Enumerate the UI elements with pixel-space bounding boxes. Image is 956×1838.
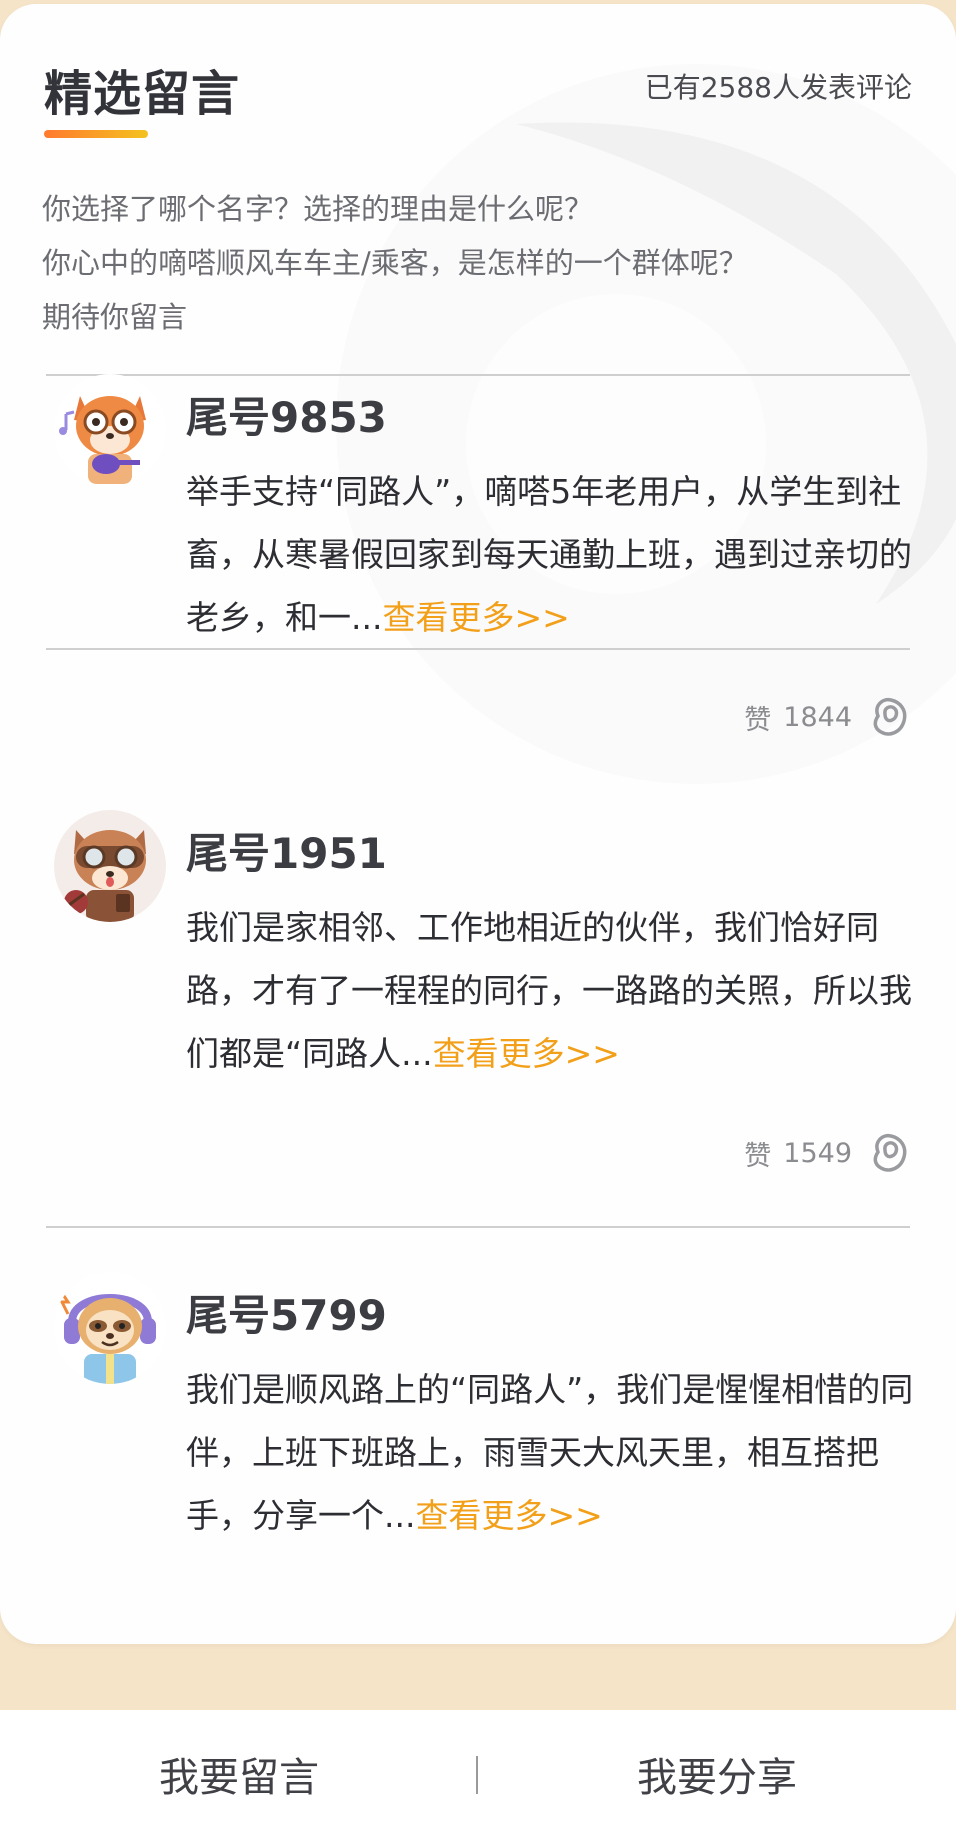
comment-text: 举手支持“同路人”，嘀嗒5年老用户，从学生到社畜，从寒暑假回家到每天通勤上班，遇… [186,460,926,649]
divider [46,1226,910,1228]
fox-guitar-avatar [54,374,166,486]
user-name: 尾号5799 [186,1291,387,1340]
intro-line: 你选择了哪个名字？选择的理由是什么呢？ [42,192,594,226]
comment-text: 我们是顺风路上的“同路人”，我们是惺惺相惜的同伴，上班下班路上，雨雪天大风天里，… [186,1358,926,1547]
like-hand-icon[interactable] [864,692,914,742]
comment-count: 已有2588人发表评论 [644,71,912,104]
view-more-link[interactable]: 查看更多>> [415,1496,602,1535]
like-label: 赞 [744,704,772,736]
user-name: 尾号1951 [186,829,387,878]
intro-line: 期待你留言 [42,300,188,334]
like-area: 赞 1549 [744,1128,914,1178]
comment-item: 尾号1951 我们是家相邻、工作地相近的伙伴，我们恰好同路，才有了一程程的同行，… [0,810,956,1270]
view-more-link[interactable]: 查看更多>> [433,1034,620,1073]
bottom-action-bar: 我要留言 我要分享 [0,1710,956,1838]
user-name: 尾号9853 [186,393,387,442]
like-label: 赞 [744,1140,772,1172]
share-button[interactable]: 我要分享 [478,1710,956,1838]
like-count: 1549 [783,1137,852,1169]
raccoon-goggles-avatar [54,810,166,922]
leave-comment-button[interactable]: 我要留言 [0,1710,478,1838]
like-count: 1844 [783,701,852,733]
view-more-link[interactable]: 查看更多>> [382,598,569,637]
title-underline [44,130,148,138]
divider [46,648,910,650]
comment-item: 尾号5799 我们是顺风路上的“同路人”，我们是惺惺相惜的同伴，上班下班路上，雨… [0,1272,956,1644]
like-area: 赞 1844 [744,692,914,742]
sloth-headphones-avatar [54,1272,166,1384]
comment-item: 尾号9853 举手支持“同路人”，嘀嗒5年老用户，从学生到社畜，从寒暑假回家到每… [0,374,956,834]
like-hand-icon[interactable] [864,1128,914,1178]
intro-line: 你心中的嘀嗒顺风车车主/乘客，是怎样的一个群体呢？ [42,246,748,280]
intro-text: 你选择了哪个名字？选择的理由是什么呢？ 你心中的嘀嗒顺风车车主/乘客，是怎样的一… [42,182,748,344]
comment-text: 我们是家相邻、工作地相近的伙伴，我们恰好同路，才有了一程程的同行，一路路的关照，… [186,896,926,1085]
comments-card: 精选留言 已有2588人发表评论 你选择了哪个名字？选择的理由是什么呢？ 你心中… [0,4,956,1644]
section-title: 精选留言 [44,66,241,122]
